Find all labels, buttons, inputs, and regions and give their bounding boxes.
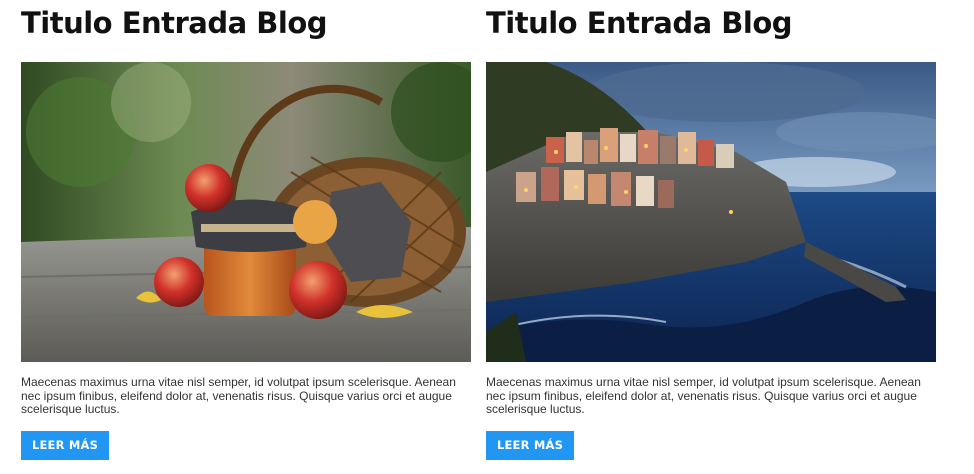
read-more-button[interactable]: LEER MÁS — [21, 431, 109, 460]
post-excerpt: Maecenas maximus urna vitae nisl semper,… — [21, 375, 456, 416]
post-excerpt: Maecenas maximus urna vitae nisl semper,… — [486, 375, 921, 416]
post-title[interactable]: Titulo Entrada Blog — [21, 6, 328, 40]
blog-post-grid: Titulo Entrada Blog Maecenas maximus urn… — [0, 0, 974, 474]
read-more-button[interactable]: LEER MÁS — [486, 431, 574, 460]
post-title[interactable]: Titulo Entrada Blog — [486, 6, 793, 40]
post-image-basket[interactable] — [21, 62, 471, 362]
post-image-coastal-village[interactable] — [486, 62, 936, 362]
